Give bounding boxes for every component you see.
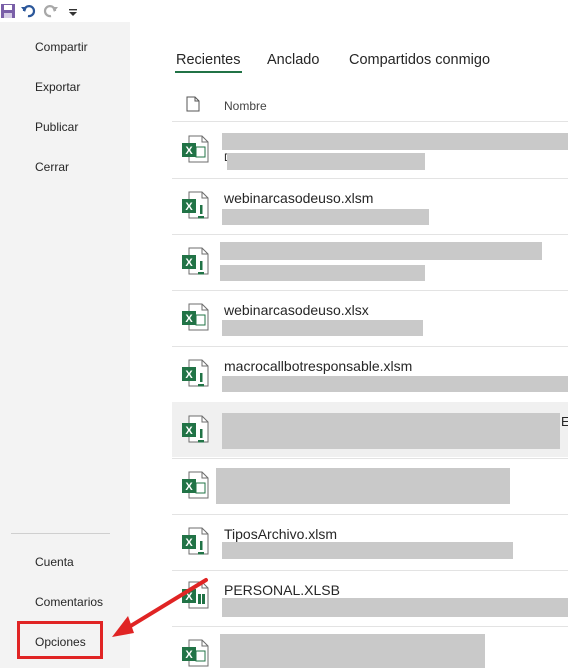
excel-macro-file-icon: X — [182, 415, 209, 443]
redacted-path — [220, 265, 425, 281]
redacted-filename — [222, 413, 560, 449]
svg-text:X: X — [185, 481, 193, 493]
row-separator — [172, 514, 568, 515]
redacted-path — [222, 376, 568, 392]
row-separator — [172, 178, 568, 179]
row-separator — [172, 234, 568, 235]
tab-anclado[interactable]: Anclado — [267, 52, 319, 68]
file-name[interactable]: webinarcasodeuso.xlsm — [224, 190, 373, 206]
highlight-box-opciones — [17, 621, 103, 659]
customize-toolbar-icon[interactable] — [68, 3, 78, 19]
excel-macro-file-icon: X — [182, 527, 209, 555]
file-type-header-icon[interactable] — [186, 96, 200, 112]
svg-text:X: X — [185, 145, 193, 157]
tab-recientes[interactable]: Recientes — [176, 52, 240, 68]
filename-fragment: E — [561, 414, 568, 429]
redacted-path — [222, 320, 423, 336]
backstage-nav — [0, 22, 130, 668]
undo-icon[interactable] — [20, 3, 36, 19]
file-name[interactable]: macrocallbotresponsable.xlsm — [224, 358, 412, 374]
redacted-filename — [220, 634, 485, 668]
column-header-nombre[interactable]: Nombre — [224, 99, 267, 113]
nav-divider — [11, 533, 110, 534]
recent-files-panel — [130, 22, 568, 668]
excel-file-icon: X — [182, 135, 209, 163]
svg-text:X: X — [185, 649, 193, 661]
excel-file-icon: X — [182, 471, 209, 499]
svg-text:X: X — [185, 537, 193, 549]
redacted-filename — [220, 242, 542, 260]
row-separator — [172, 570, 568, 571]
excel-file-icon: X — [182, 639, 209, 667]
row-separator — [172, 458, 568, 459]
svg-text:X: X — [185, 201, 193, 213]
redo-icon[interactable] — [43, 3, 59, 19]
nav-publicar[interactable]: Publicar — [35, 120, 78, 134]
row-separator — [172, 121, 568, 122]
nav-cuenta[interactable]: Cuenta — [35, 555, 74, 569]
svg-text:X: X — [185, 313, 193, 325]
excel-macro-file-icon: X — [182, 191, 209, 219]
file-name[interactable]: TiposArchivo.xlsm — [224, 526, 337, 542]
tab-compartidos-conmigo[interactable]: Compartidos conmigo — [349, 52, 490, 68]
row-separator — [172, 346, 568, 347]
svg-text:X: X — [185, 257, 193, 269]
nav-comentarios[interactable]: Comentarios — [35, 595, 103, 609]
row-separator — [172, 290, 568, 291]
quick-access-toolbar — [0, 0, 568, 22]
excel-binary-file-icon: X — [182, 581, 209, 609]
file-name[interactable]: webinarcasodeuso.xlsx — [224, 302, 369, 318]
row-separator — [172, 626, 568, 627]
nav-compartir[interactable]: Compartir — [35, 40, 88, 54]
redacted-filename — [216, 468, 510, 504]
file-name[interactable]: PERSONAL.XLSB — [224, 582, 340, 598]
excel-macro-file-icon: X — [182, 247, 209, 275]
nav-cerrar[interactable]: Cerrar — [35, 160, 69, 174]
redacted-path — [222, 598, 568, 617]
svg-text:X: X — [185, 591, 193, 603]
active-tab-indicator — [175, 71, 242, 73]
redacted-path — [222, 542, 513, 559]
redacted-path — [222, 209, 429, 225]
nav-exportar[interactable]: Exportar — [35, 80, 80, 94]
redacted-path — [227, 153, 425, 170]
svg-text:X: X — [185, 369, 193, 381]
excel-file-icon: X — [182, 303, 209, 331]
svg-text:X: X — [185, 425, 193, 437]
save-icon[interactable] — [0, 3, 16, 19]
excel-macro-file-icon: X — [182, 359, 209, 387]
redacted-filename — [222, 133, 568, 150]
